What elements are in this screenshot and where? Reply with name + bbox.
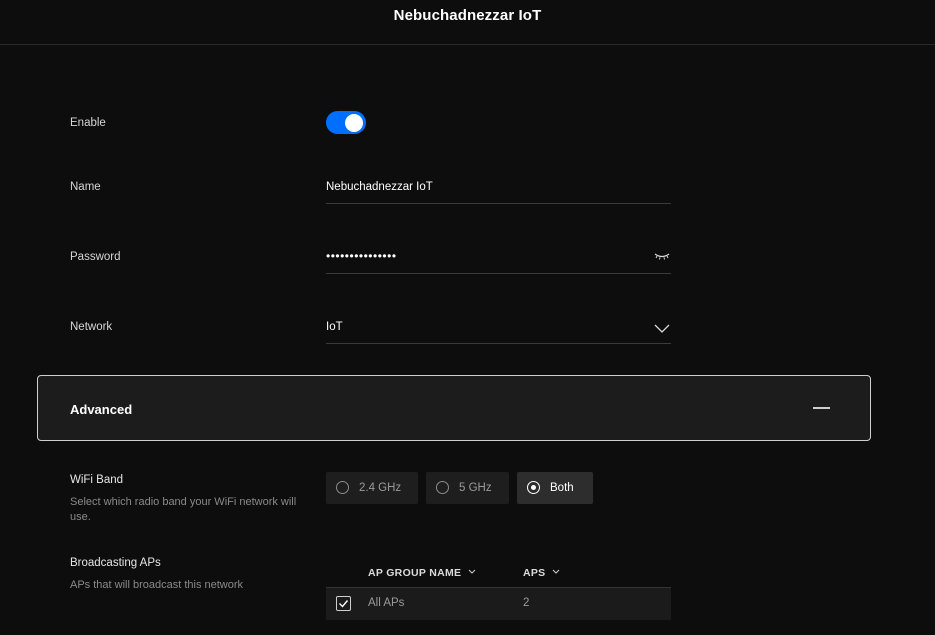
column-header-aps[interactable]: APS (523, 566, 560, 579)
wifi-band-description: Select which radio band your WiFi networ… (70, 496, 297, 523)
checkbox-checked[interactable] (336, 596, 351, 611)
network-label: Network (70, 321, 113, 333)
band-option-both[interactable]: Both (517, 472, 593, 504)
aps-count-cell: 2 (523, 597, 530, 609)
band-label: Both (550, 482, 574, 494)
table-row[interactable]: All APs 2 (326, 587, 671, 620)
band-label: 5 GHz (459, 482, 492, 494)
band-label: 2.4 GHz (359, 482, 402, 494)
network-select[interactable]: IoT (326, 316, 671, 344)
page-header: Nebuchadnezzar IoT (0, 0, 935, 45)
name-input[interactable] (326, 181, 626, 193)
radio-dot (531, 485, 536, 490)
chevron-down-icon[interactable] (653, 320, 671, 338)
password-field[interactable]: ••••••••••••••• (326, 246, 671, 274)
sort-chevron-icon (552, 566, 560, 578)
column-header-ap-group-name[interactable]: AP GROUP NAME (368, 566, 476, 579)
advanced-title: Advanced (70, 402, 133, 417)
wifi-settings-page: Nebuchadnezzar IoT Enable Name Password … (0, 0, 935, 635)
ap-group-name-cell: All APs (368, 597, 405, 609)
name-field[interactable] (326, 176, 671, 204)
band-option-2-4ghz[interactable]: 2.4 GHz (326, 472, 418, 504)
broadcasting-aps-description: APs that will broadcast this network (70, 579, 244, 591)
password-value[interactable]: ••••••••••••••• (326, 249, 397, 263)
broadcasting-aps-title: Broadcasting APs (70, 557, 161, 569)
enable-label: Enable (70, 117, 106, 129)
advanced-section-header[interactable]: Advanced (37, 375, 871, 441)
network-value: IoT (326, 321, 343, 333)
minus-icon[interactable] (813, 407, 830, 409)
password-label: Password (70, 251, 121, 263)
radio-icon[interactable] (436, 481, 449, 494)
wifi-band-title: WiFi Band (70, 474, 124, 486)
radio-selected-icon[interactable] (527, 481, 540, 494)
name-label: Name (70, 181, 101, 193)
eye-closed-icon[interactable] (653, 247, 671, 265)
toggle-knob (345, 113, 363, 132)
page-title: Nebuchadnezzar IoT (393, 7, 542, 24)
band-option-5ghz[interactable]: 5 GHz (426, 472, 509, 504)
column-header-label: AP GROUP NAME (368, 567, 462, 579)
check-icon (339, 600, 349, 608)
column-header-label: APS (523, 567, 546, 579)
enable-toggle[interactable] (326, 111, 366, 134)
radio-icon[interactable] (336, 481, 349, 494)
sort-chevron-icon (468, 566, 476, 578)
